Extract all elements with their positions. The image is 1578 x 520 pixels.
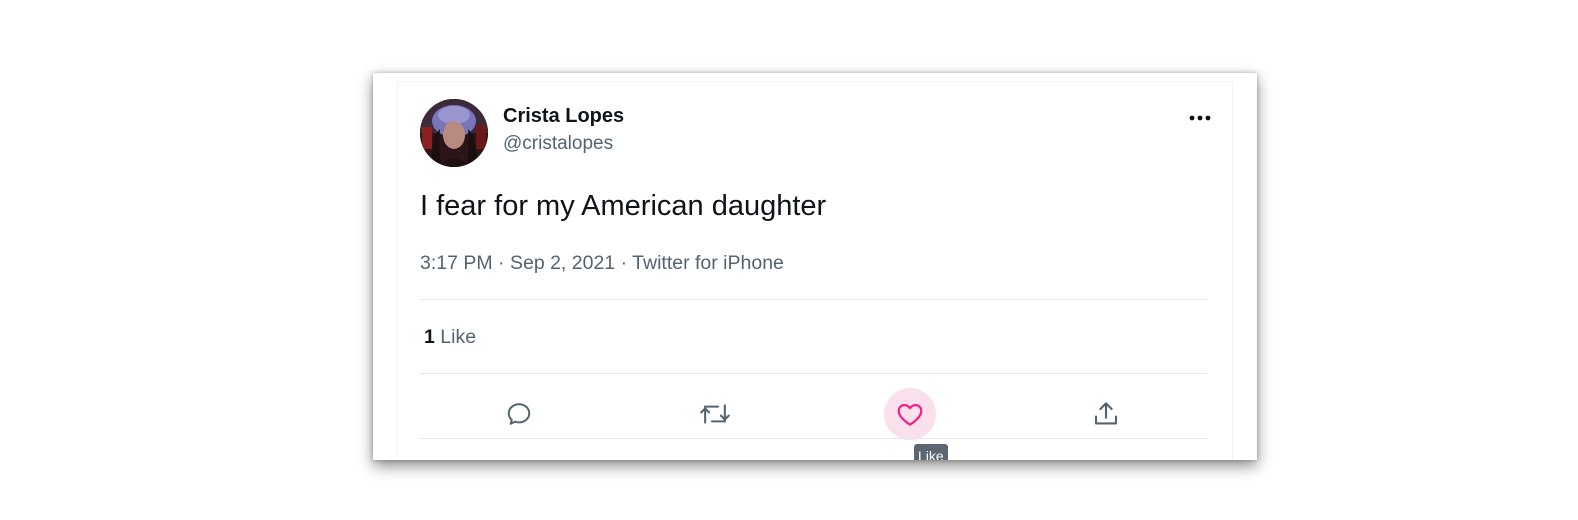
avatar-image xyxy=(420,99,488,167)
more-options-button[interactable] xyxy=(1182,104,1218,132)
more-horizontal-icon xyxy=(1189,115,1211,121)
likes-count-link[interactable]: 1 Like xyxy=(424,326,476,349)
share-button[interactable] xyxy=(1080,388,1132,440)
likes-label: Like xyxy=(440,326,477,348)
like-tooltip: Like xyxy=(914,444,948,460)
share-icon xyxy=(1094,402,1118,425)
tweet-source[interactable]: Twitter for iPhone xyxy=(632,252,784,274)
avatar[interactable] xyxy=(420,99,488,167)
likes-count: 1 xyxy=(424,326,435,348)
retweet-icon xyxy=(700,404,730,424)
heart-icon xyxy=(897,403,923,426)
tweet-text: I fear for my American daughter xyxy=(420,190,827,222)
reply-icon xyxy=(507,403,531,425)
tweet-time[interactable]: 3:17 PM xyxy=(420,252,493,274)
author-handle[interactable]: @cristalopes xyxy=(503,133,613,155)
tweet-date[interactable]: Sep 2, 2021 xyxy=(510,252,615,274)
like-button[interactable] xyxy=(884,388,936,440)
tweet-meta: 3:17 PM · Sep 2, 2021 · Twitter for iPho… xyxy=(420,252,784,275)
meta-separator: · xyxy=(620,252,628,274)
divider xyxy=(420,373,1207,374)
author-display-name[interactable]: Crista Lopes xyxy=(503,105,624,128)
meta-separator: · xyxy=(498,252,505,274)
retweet-button[interactable] xyxy=(689,388,741,440)
reply-button[interactable] xyxy=(493,388,545,440)
tweet-window: Crista Lopes @cristalopes I fear for my … xyxy=(373,73,1257,460)
divider xyxy=(420,438,1207,439)
divider xyxy=(420,299,1207,300)
tweet-card: Crista Lopes @cristalopes I fear for my … xyxy=(397,81,1233,460)
